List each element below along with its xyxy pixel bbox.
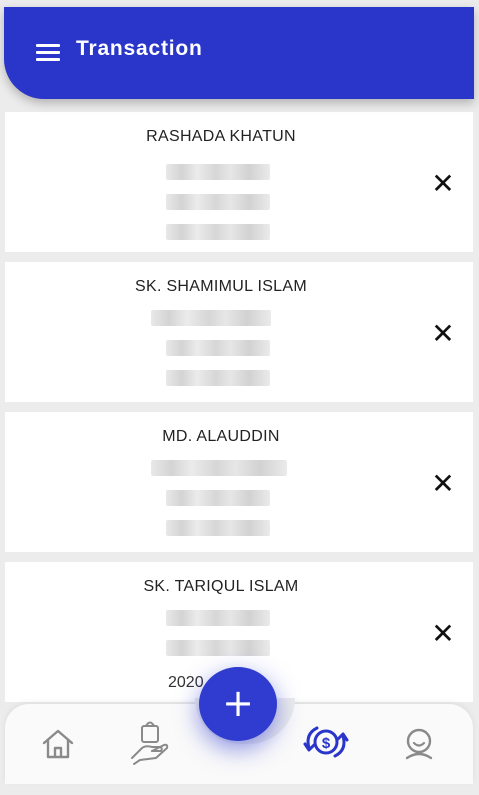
hamburger-menu-icon[interactable] [36, 44, 60, 62]
home-icon [42, 729, 74, 759]
customer-name: SK. TARIQUL ISLAM [143, 578, 299, 595]
transaction-card[interactable]: RASHADA KHATUN ✕ [5, 112, 473, 252]
profile-icon [405, 728, 433, 760]
remove-button[interactable]: ✕ [431, 620, 455, 648]
redacted-field [166, 164, 270, 180]
nav-transaction[interactable]: $ [301, 722, 351, 766]
remove-button[interactable]: ✕ [431, 470, 455, 498]
shopping-bag-hand-icon [131, 721, 169, 765]
redacted-field [166, 340, 270, 356]
redacted-field [151, 460, 287, 476]
nav-profile[interactable] [399, 724, 439, 764]
screen-bottom-edge [0, 784, 479, 795]
redacted-field [166, 640, 270, 656]
redacted-field [166, 194, 270, 210]
transaction-date: 2020 [168, 674, 204, 691]
redacted-field [166, 610, 270, 626]
redacted-field [151, 310, 271, 326]
redacted-field [166, 490, 270, 506]
svg-text:$: $ [322, 735, 331, 752]
remove-button[interactable]: ✕ [431, 170, 455, 198]
redacted-field [166, 520, 270, 536]
redacted-field [166, 370, 270, 386]
remove-button[interactable]: ✕ [431, 320, 455, 348]
redacted-field [166, 224, 270, 240]
app-bar: Transaction [4, 7, 474, 99]
customer-name: RASHADA KHATUN [146, 128, 296, 145]
add-transaction-button[interactable]: + [199, 667, 277, 741]
nav-shop[interactable] [128, 718, 172, 766]
customer-name: SK. SHAMIMUL ISLAM [135, 278, 307, 295]
dollar-exchange-icon: $ [303, 726, 349, 758]
nav-home[interactable] [38, 724, 78, 764]
transaction-card[interactable]: MD. ALAUDDIN ✕ [5, 412, 473, 552]
transaction-card[interactable]: SK. SHAMIMUL ISLAM ✕ [5, 262, 473, 402]
page-title: Transaction [76, 37, 203, 60]
customer-name: MD. ALAUDDIN [162, 428, 280, 445]
